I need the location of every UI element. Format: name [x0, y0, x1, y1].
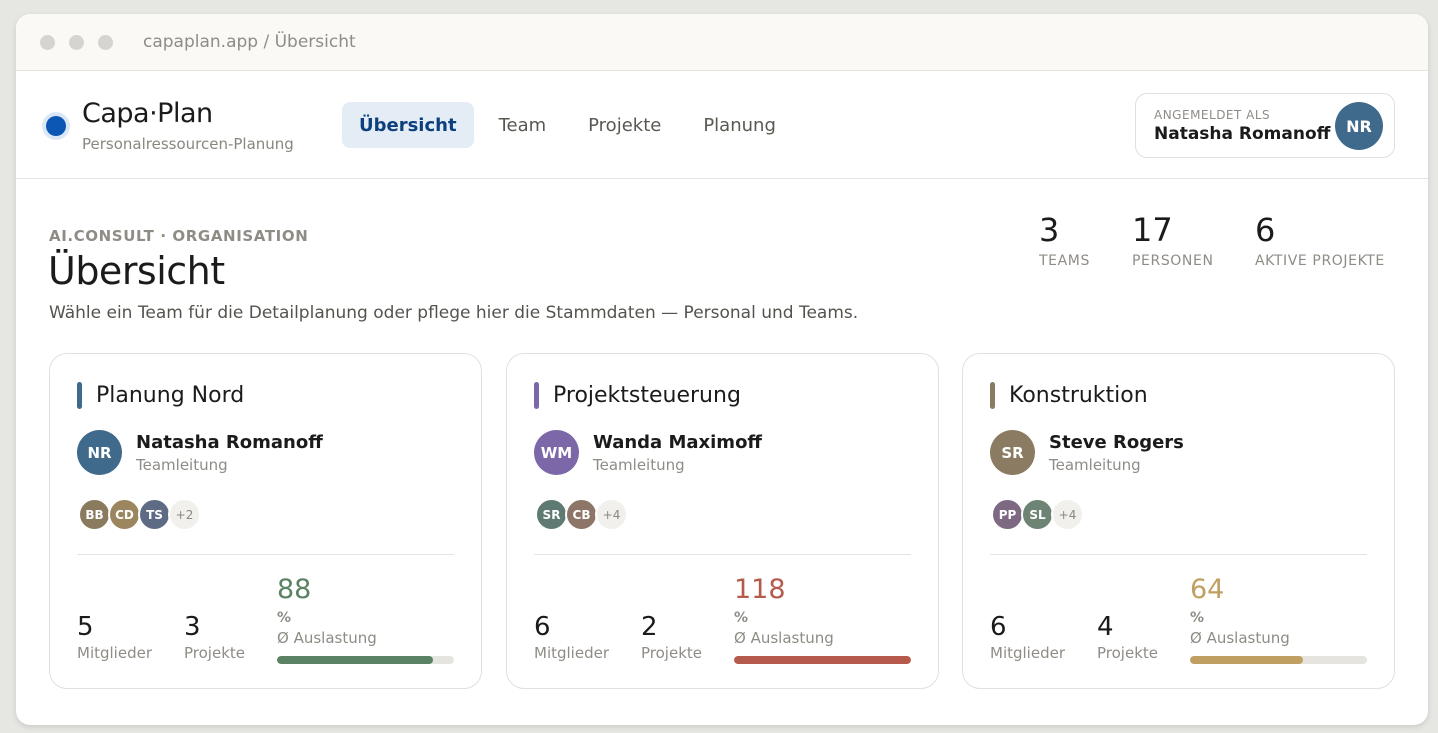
projects-stat: 3 Projekte [184, 612, 245, 662]
utilization-value: 64 [1190, 574, 1225, 605]
stat-label: TEAMS [1039, 253, 1090, 269]
logo-icon [46, 116, 66, 136]
members-count: 6 [534, 612, 551, 642]
utilization-bar [1190, 656, 1367, 664]
stat-value: 6 [1255, 211, 1276, 249]
members-stat: 6 Mitglieder [990, 612, 1065, 662]
team-card-konstruktion[interactable]: Konstruktion SR Steve Rogers Teamleitung… [962, 353, 1395, 689]
nav-item-projekte[interactable]: Projekte [571, 102, 678, 148]
utilization-unit: % [734, 610, 749, 626]
utilization-label: Ø Auslastung [734, 629, 834, 647]
utilization-bar-fill [277, 656, 433, 664]
brand-subtitle: Personalressourcen-Planung [82, 135, 294, 153]
avatar: WM [534, 430, 579, 475]
team-color-bar [990, 382, 995, 409]
team-card-projektsteuerung[interactable]: Projektsteuerung WM Wanda Maximoff Teaml… [506, 353, 939, 689]
team-lead-name: Steve Rogers [1049, 432, 1184, 453]
team-lead-name: Wanda Maximoff [593, 432, 763, 453]
members-count: 5 [77, 612, 94, 642]
brand-name[interactable]: Capa·Plan [82, 98, 213, 129]
address-bar[interactable]: capaplan.app / Übersicht [143, 32, 356, 52]
utilization-bar [277, 656, 454, 664]
avatar: NR [77, 430, 122, 475]
divider [534, 554, 911, 555]
nav-item-uebersicht[interactable]: Übersicht [342, 102, 474, 148]
members-stat: 6 Mitglieder [534, 612, 609, 662]
projects-stat: 4 Projekte [1097, 612, 1158, 662]
members-label: Mitglieder [77, 644, 152, 662]
team-lead-role: Teamleitung [593, 456, 685, 474]
main-nav: Übersicht Team Projekte Planung [342, 102, 801, 148]
divider [77, 554, 454, 555]
avatar: CD [108, 498, 141, 531]
projects-count: 4 [1097, 612, 1114, 642]
more-members-badge: +4 [1051, 498, 1084, 531]
page-subtitle: Wähle ein Team für die Detailplanung ode… [49, 303, 859, 323]
page-title: Übersicht [48, 249, 225, 293]
utilization-value: 118 [734, 574, 786, 605]
logged-in-label: ANGEMELDET ALS [1154, 108, 1271, 122]
projects-count: 3 [184, 612, 201, 642]
member-avatars: SR CB +4 [535, 498, 628, 531]
user-name: Natasha Romanoff [1154, 124, 1331, 144]
user-menu[interactable]: ANGEMELDET ALS Natasha Romanoff NR [1135, 93, 1395, 158]
stat-teams: 3 TEAMS [1039, 211, 1090, 269]
avatar: CB [565, 498, 598, 531]
window-close-dot[interactable] [40, 34, 55, 50]
utilization-unit: % [1190, 610, 1205, 626]
title-bar: capaplan.app / Übersicht [16, 14, 1428, 71]
projects-stat: 2 Projekte [641, 612, 702, 662]
avatar: BB [78, 498, 111, 531]
breadcrumb: AI.CONSULT · ORGANISATION [49, 227, 309, 245]
nav-item-planung[interactable]: Planung [686, 102, 793, 148]
stat-aktive-projekte: 6 AKTIVE PROJEKTE [1255, 211, 1385, 269]
stat-value: 17 [1132, 211, 1173, 249]
utilization-label: Ø Auslastung [1190, 629, 1290, 647]
stat-label: AKTIVE PROJEKTE [1255, 253, 1385, 269]
team-name: Konstruktion [1009, 383, 1148, 408]
window-minimize-dot[interactable] [69, 34, 84, 50]
projects-label: Projekte [641, 644, 702, 662]
team-name: Planung Nord [96, 383, 245, 408]
avatar: SR [535, 498, 568, 531]
members-label: Mitglieder [990, 644, 1065, 662]
avatar[interactable]: NR [1335, 102, 1383, 150]
team-color-bar [77, 382, 82, 409]
avatar: PP [991, 498, 1024, 531]
avatar: TS [138, 498, 171, 531]
avatar: SL [1021, 498, 1054, 531]
team-color-bar [534, 382, 539, 409]
stat-value: 3 [1039, 211, 1060, 249]
window-maximize-dot[interactable] [98, 34, 113, 50]
utilization-unit: % [277, 610, 292, 626]
app-header: Capa·Plan Personalressourcen-Planung Übe… [16, 71, 1428, 179]
stat-label: PERSONEN [1132, 253, 1214, 269]
team-lead-name: Natasha Romanoff [136, 432, 323, 453]
browser-window: capaplan.app / Übersicht Capa·Plan Perso… [16, 14, 1428, 725]
member-avatars: BB CD TS +2 [78, 498, 201, 531]
member-avatars: PP SL +4 [991, 498, 1084, 531]
team-card-planung-nord[interactable]: Planung Nord NR Natasha Romanoff Teamlei… [49, 353, 482, 689]
more-members-badge: +4 [595, 498, 628, 531]
more-members-badge: +2 [168, 498, 201, 531]
nav-item-team[interactable]: Team [482, 102, 564, 148]
projects-label: Projekte [184, 644, 245, 662]
projects-count: 2 [641, 612, 658, 642]
members-stat: 5 Mitglieder [77, 612, 152, 662]
stat-personen: 17 PERSONEN [1132, 211, 1214, 269]
team-name: Projektsteuerung [553, 383, 741, 408]
members-label: Mitglieder [534, 644, 609, 662]
projects-label: Projekte [1097, 644, 1158, 662]
avatar: SR [990, 430, 1035, 475]
members-count: 6 [990, 612, 1007, 642]
utilization-bar-fill [734, 656, 911, 664]
divider [990, 554, 1367, 555]
utilization-value: 88 [277, 574, 312, 605]
utilization-bar [734, 656, 911, 664]
utilization-label: Ø Auslastung [277, 629, 377, 647]
team-lead-role: Teamleitung [136, 456, 228, 474]
team-lead-role: Teamleitung [1049, 456, 1141, 474]
utilization-bar-fill [1190, 656, 1304, 664]
